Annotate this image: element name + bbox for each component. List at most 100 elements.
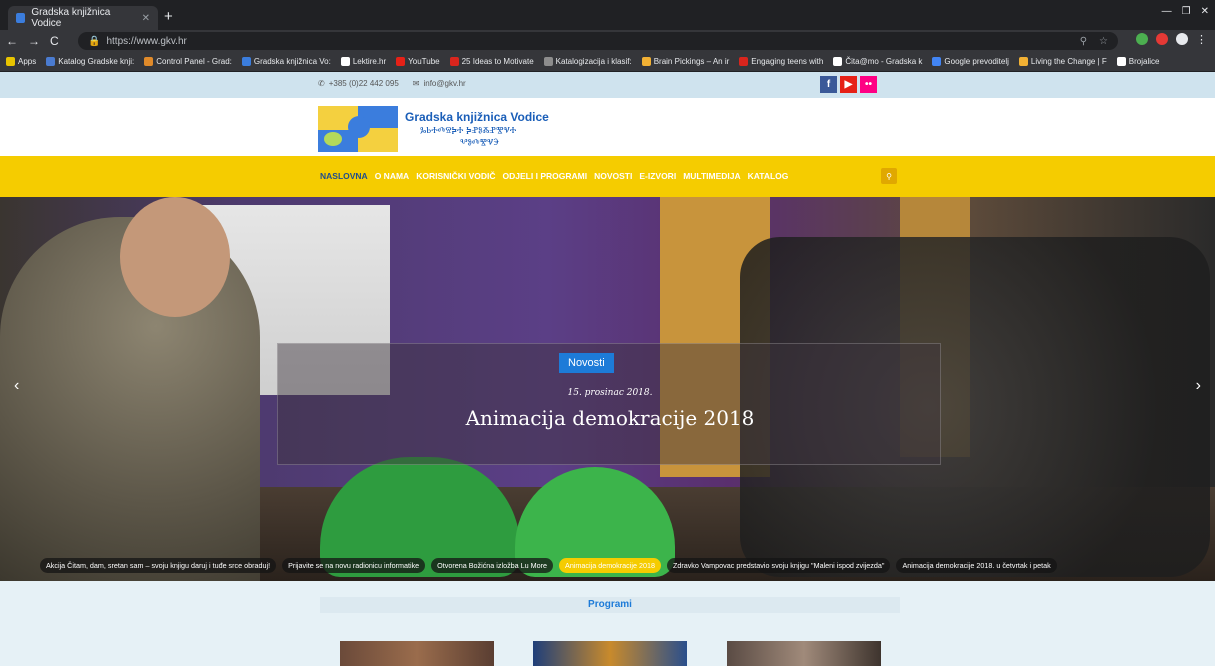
bookmark-icon [739, 57, 749, 66]
bookmark-icon [543, 57, 553, 66]
hero-slider[interactable]: ‹ › Novosti 15. prosinac 2018. Animacija… [0, 197, 1215, 581]
bookmark-item[interactable]: Living the Change | F [1018, 57, 1107, 66]
extension-green-icon[interactable] [1136, 33, 1148, 45]
bookmark-item[interactable]: Katalogizacija i klasif: [543, 57, 632, 66]
search-button[interactable]: ⚲ [881, 168, 897, 184]
phone-number: +385 (0)22 442 095 [328, 79, 399, 88]
bookmark-label: Lektire.hr [352, 57, 387, 66]
bookmark-item[interactable]: Brain Pickings – An ir [641, 57, 729, 66]
site-title[interactable]: Gradska knjižnica Vodice [405, 110, 549, 124]
nav-item-katalog[interactable]: KATALOG [748, 171, 789, 181]
bookmark-label: Katalogizacija i klasif: [555, 57, 632, 66]
address-bar[interactable]: 🔒 https://www.gkv.hr ⚲ ☆ [78, 32, 1118, 50]
nav-item-e-izvori[interactable]: E-IZVORI [639, 171, 676, 181]
bookmark-label: Gradska knjižnica Vo: [253, 57, 331, 66]
zoom-icon[interactable]: ⚲ [1080, 36, 1087, 47]
slide-pager: Akcija Čitam, dam, sretan sam – svoju kn… [0, 556, 1215, 574]
phone-item[interactable]: ✆ +385 (0)22 442 095 [318, 79, 399, 88]
back-icon[interactable]: ← [6, 34, 18, 48]
program-thumbnail[interactable] [340, 641, 494, 666]
bookmark-item[interactable]: Control Panel - Grad: [144, 57, 232, 66]
bookmark-item[interactable]: Čita@mo - Gradska k [833, 57, 922, 66]
nav-item-novosti[interactable]: NOVOSTI [594, 171, 632, 181]
slider-prev-icon[interactable]: ‹ [14, 377, 19, 395]
bookmark-icon [1116, 57, 1126, 66]
bookmark-icon [932, 57, 942, 66]
browser-tabstrip: Gradska knjižnica Vodice ✕ + — ❐ ✕ [0, 0, 1215, 30]
bookmark-item[interactable]: Katalog Gradske knji: [46, 57, 134, 66]
bookmark-label: Čita@mo - Gradska k [845, 57, 923, 66]
main-menu: NASLOVNA O NAMA KORISNIČKI VODIČ ODJELI … [320, 171, 788, 181]
nav-item-odjeli-i-programi[interactable]: ODJELI I PROGRAMI [503, 171, 588, 181]
category-badge[interactable]: Novosti [559, 353, 614, 373]
adblock-icon[interactable] [1156, 33, 1168, 45]
reload-icon[interactable]: C [50, 34, 59, 48]
menu-icon[interactable]: ⋮ [1196, 33, 1207, 46]
nav-item-multimedija[interactable]: MULTIMEDIJA [683, 171, 740, 181]
facebook-icon[interactable]: f [820, 76, 837, 93]
nav-item-korisnicki-vodic[interactable]: KORISNIČKI VODIČ [416, 171, 495, 181]
bookmark-item[interactable]: Gradska knjižnica Vo: [241, 57, 331, 66]
bookmark-icon [641, 57, 651, 66]
nav-item-naslovna[interactable]: NASLOVNA [320, 171, 368, 181]
bookmark-label: Engaging teens with [751, 57, 824, 66]
bookmark-label: Katalog Gradske knji: [58, 57, 135, 66]
bookmark-icon [144, 57, 154, 66]
bookmark-label: Apps [18, 57, 37, 66]
close-tab-icon[interactable]: ✕ [142, 13, 150, 24]
new-tab-button[interactable]: + [164, 8, 173, 25]
bookmark-item[interactable]: Apps [6, 57, 36, 66]
browser-tab[interactable]: Gradska knjižnica Vodice ✕ [8, 6, 158, 30]
bookmark-icon [340, 57, 350, 66]
programs-section: Programi [0, 581, 1215, 666]
program-thumbnail[interactable] [727, 641, 881, 666]
flickr-icon[interactable]: •• [860, 76, 877, 93]
bookmark-item[interactable]: Lektire.hr [340, 57, 387, 66]
site-logo[interactable] [318, 106, 398, 152]
window-controls: — ❐ ✕ [1162, 6, 1209, 17]
contact-info: ✆ +385 (0)22 442 095 ✉ info@gkv.hr [318, 79, 466, 88]
maximize-icon[interactable]: ❐ [1182, 6, 1191, 17]
minimize-icon[interactable]: — [1162, 6, 1172, 17]
nav-item-o-nama[interactable]: O NAMA [375, 171, 409, 181]
main-navbar: NASLOVNA O NAMA KORISNIČKI VODIČ ODJELI … [0, 156, 1215, 197]
slide-pager-item[interactable]: Zdravko Vampovac predstavio svoju knjigu… [666, 557, 891, 573]
slide-pager-item[interactable]: Akcija Čitam, dam, sretan sam – svoju kn… [40, 557, 277, 573]
bookmark-label: Brojalice [1128, 57, 1160, 66]
email-address: info@gkv.hr [423, 79, 466, 88]
youtube-icon[interactable]: ▶ [840, 76, 857, 93]
slider-next-icon[interactable]: › [1196, 377, 1201, 395]
bookmarks-bar: Apps Katalog Gradske knji: Control Panel -… [0, 52, 1215, 72]
slide-headline[interactable]: Animacija demokracije 2018 [278, 406, 942, 430]
close-window-icon[interactable]: ✕ [1201, 6, 1209, 17]
bookmark-item[interactable]: YouTube [396, 57, 440, 66]
bookmark-icon [46, 57, 56, 66]
phone-icon: ✆ [318, 79, 325, 88]
email-item[interactable]: ✉ info@gkv.hr [413, 79, 466, 88]
website: ✆ +385 (0)22 442 095 ✉ info@gkv.hr f ▶ •• … [0, 72, 1215, 666]
slide-pager-item[interactable]: Otvorena Božićna izložba Lu More [431, 557, 554, 573]
bookmark-item[interactable]: Google prevoditelj [932, 57, 1009, 66]
profile-icon[interactable] [1176, 33, 1188, 45]
slide-date: 15. prosinac 2018. [567, 388, 653, 398]
social-links: f ▶ •• [820, 76, 877, 93]
programs-heading: Programi [320, 597, 900, 613]
lock-icon: 🔒 [88, 35, 101, 47]
bookmark-star-icon[interactable]: ☆ [1099, 36, 1108, 47]
mail-icon: ✉ [412, 79, 420, 88]
slide-pager-item[interactable]: Animacija demokracije 2018. u četvrtak i… [896, 557, 1057, 573]
site-topbar: ✆ +385 (0)22 442 095 ✉ info@gkv.hr f ▶ •• [0, 72, 1215, 98]
slide-pager-item[interactable]: Prijavite se na novu radionicu informati… [282, 557, 426, 573]
slide-pager-item[interactable]: Animacija demokracije 2018 [559, 557, 661, 573]
program-thumbnail[interactable] [533, 641, 687, 666]
forward-icon[interactable]: → [28, 34, 40, 48]
bookmark-item[interactable]: 25 Ideas to Motivate [449, 57, 534, 66]
bookmark-item[interactable]: Engaging teens with [739, 57, 823, 66]
bookmark-label: 25 Ideas to Motivate [461, 57, 534, 66]
search-icon: ⚲ [886, 171, 892, 181]
bookmark-icon [449, 57, 459, 66]
bookmark-label: Google prevoditelj [944, 57, 1009, 66]
tab-title: Gradska knjižnica Vodice [31, 7, 111, 29]
bookmark-item[interactable]: Brojalice [1116, 57, 1160, 66]
site-title-glagolitic-line-2: ⰂⰑⰄⰊⰜⰅ [460, 138, 500, 148]
